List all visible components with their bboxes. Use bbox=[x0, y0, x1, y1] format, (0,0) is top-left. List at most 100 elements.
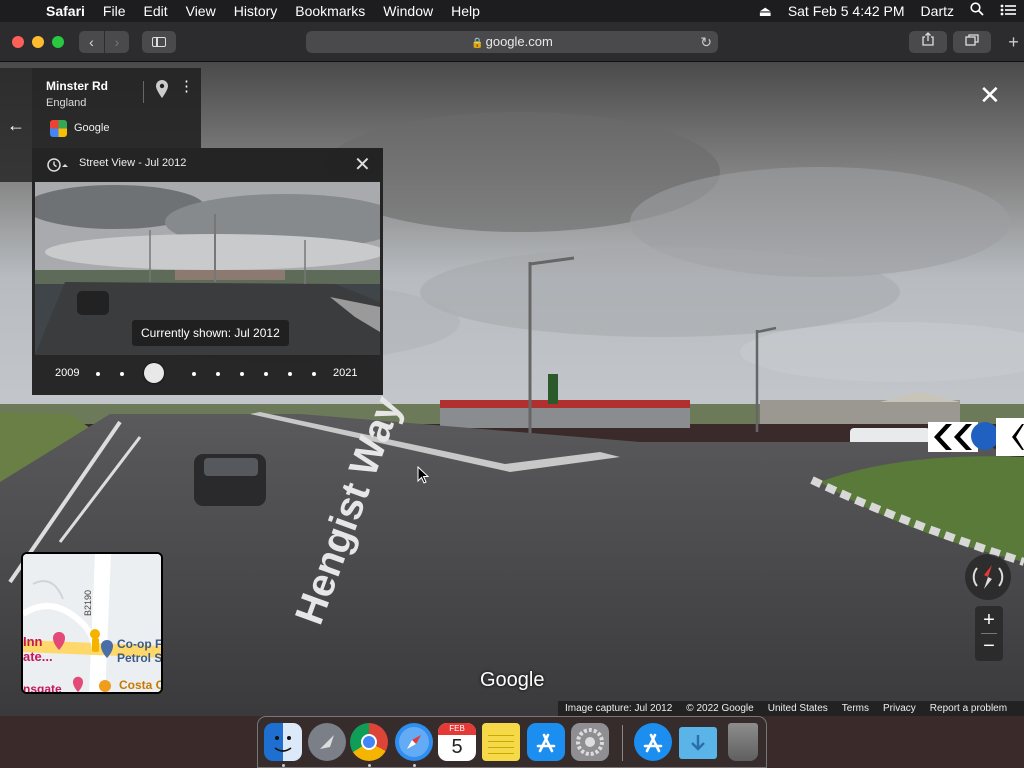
map-label-inn: Inn bbox=[23, 634, 43, 649]
location-title[interactable]: Minster Rd bbox=[46, 79, 108, 93]
menu-window[interactable]: Window bbox=[374, 0, 442, 22]
menu-edit[interactable]: Edit bbox=[134, 0, 176, 22]
running-indicator bbox=[282, 764, 285, 767]
fullscreen-window-button[interactable] bbox=[52, 36, 64, 48]
timeline-year-dot[interactable] bbox=[96, 372, 100, 376]
location-info-card: Minster Rd England ⋮ Google bbox=[32, 68, 201, 148]
map-label-gate: ate... bbox=[23, 649, 53, 664]
zoom-out-button[interactable]: − bbox=[975, 634, 1003, 658]
report-problem-link[interactable]: Report a problem bbox=[923, 703, 1014, 714]
close-window-button[interactable] bbox=[12, 36, 24, 48]
address-text: google.com bbox=[485, 34, 553, 49]
timeline-year-dot[interactable] bbox=[192, 372, 196, 376]
timeline-year-dot[interactable] bbox=[120, 372, 124, 376]
share-button[interactable] bbox=[909, 31, 947, 53]
back-icon[interactable]: ‹ bbox=[79, 31, 104, 53]
downloads-folder-icon[interactable] bbox=[679, 727, 717, 759]
safari-icon[interactable] bbox=[395, 723, 433, 761]
lock-icon: 🔒 bbox=[471, 38, 484, 49]
menu-history[interactable]: History bbox=[225, 0, 287, 22]
chrome-icon[interactable] bbox=[350, 723, 388, 761]
launchpad-icon[interactable] bbox=[308, 723, 346, 761]
reload-icon[interactable]: ↻ bbox=[700, 31, 712, 53]
divider bbox=[143, 81, 144, 103]
minimize-window-button[interactable] bbox=[32, 36, 44, 48]
app-store-icon[interactable] bbox=[527, 723, 565, 761]
app-store-downloads-icon[interactable] bbox=[634, 723, 672, 761]
running-indicator bbox=[368, 764, 371, 767]
timeline-slider-knob[interactable] bbox=[144, 363, 164, 383]
menu-file[interactable]: File bbox=[94, 0, 135, 22]
street-view-panorama[interactable]: Hengist Way ← Minster Rd England ⋮ Googl… bbox=[0, 62, 1024, 716]
new-tab-button[interactable]: + bbox=[1003, 31, 1024, 53]
time-machine-title: Street View - Jul 2012 bbox=[79, 157, 187, 169]
tab-overview-button[interactable] bbox=[953, 31, 991, 53]
timeline-year-dot[interactable] bbox=[264, 372, 268, 376]
forward-icon[interactable]: › bbox=[104, 31, 129, 53]
privacy-link[interactable]: Privacy bbox=[876, 703, 923, 714]
google-watermark: Google bbox=[480, 669, 545, 691]
menu-view[interactable]: View bbox=[177, 0, 225, 22]
location-subtitle: England bbox=[46, 97, 87, 109]
region-link[interactable]: United States bbox=[761, 703, 835, 714]
calendar-icon[interactable]: FEB 5 bbox=[438, 723, 476, 761]
menubar-user[interactable]: Dartz bbox=[913, 0, 962, 22]
map-footer: Image capture: Jul 2012 © 2022 Google Un… bbox=[558, 701, 1024, 716]
timeline-end-year: 2021 bbox=[333, 367, 358, 379]
timeline-year-dot[interactable] bbox=[288, 372, 292, 376]
map-label-nsgate: nsgate bbox=[23, 682, 62, 694]
control-center-icon[interactable] bbox=[992, 0, 1024, 22]
finder-icon[interactable] bbox=[264, 723, 302, 761]
system-preferences-icon[interactable] bbox=[571, 723, 609, 761]
timeline-year-dot[interactable] bbox=[312, 372, 316, 376]
timeline-start-year: 2009 bbox=[55, 367, 80, 379]
mini-map[interactable]: B2190 Inn ate... Co-op F Petrol S Costa … bbox=[21, 552, 163, 694]
menu-bookmarks[interactable]: Bookmarks bbox=[286, 0, 374, 22]
menu-help[interactable]: Help bbox=[442, 0, 489, 22]
back-to-map-button[interactable]: ← bbox=[0, 68, 32, 182]
address-bar[interactable]: 🔒 google.com ↻ bbox=[306, 31, 718, 53]
terms-link[interactable]: Terms bbox=[835, 703, 876, 714]
calendar-day: 5 bbox=[451, 736, 463, 758]
copyright-text: © 2022 Google bbox=[686, 703, 754, 714]
close-time-machine-icon[interactable]: ✕ bbox=[354, 152, 371, 177]
eject-icon[interactable]: ⏏ bbox=[751, 0, 780, 22]
share-icon bbox=[922, 32, 934, 46]
history-clock-icon[interactable] bbox=[46, 157, 68, 176]
map-pin-icon[interactable] bbox=[156, 80, 168, 103]
zoom-in-button[interactable]: + bbox=[975, 608, 1003, 632]
map-label-petrol: Petrol S bbox=[117, 651, 163, 665]
calendar-month: FEB bbox=[438, 723, 476, 735]
zoom-controls: + − bbox=[975, 606, 1003, 661]
map-label-costa: Costa C bbox=[119, 678, 163, 692]
menu-bar: Safari File Edit View History Bookmarks … bbox=[0, 0, 1024, 22]
notes-icon[interactable] bbox=[482, 723, 520, 761]
map-label-coop: Co-op F bbox=[117, 637, 163, 651]
sidebar-icon bbox=[152, 37, 166, 47]
dock: FEB 5 bbox=[257, 716, 767, 768]
menubar-clock[interactable]: Sat Feb 5 4:42 PM bbox=[780, 0, 913, 22]
tabs-icon bbox=[965, 34, 979, 46]
navigation-buttons: ‹ › bbox=[79, 31, 129, 53]
more-options-icon[interactable]: ⋮ bbox=[179, 79, 194, 94]
compass-icon bbox=[972, 565, 1004, 589]
historic-preview-image[interactable]: Currently shown: Jul 2012 bbox=[35, 182, 380, 355]
sidebar-toggle-button[interactable] bbox=[142, 31, 176, 53]
timeline-year-dot[interactable] bbox=[216, 372, 220, 376]
app-menu[interactable]: Safari bbox=[38, 0, 94, 22]
image-capture-date: Image capture: Jul 2012 bbox=[565, 703, 673, 714]
spotlight-search-icon[interactable] bbox=[962, 0, 992, 22]
google-maps-logo-icon bbox=[50, 120, 67, 137]
trash-icon[interactable] bbox=[728, 723, 758, 761]
close-street-view-icon[interactable]: ✕ bbox=[979, 82, 1001, 108]
mini-map-picture bbox=[23, 554, 161, 692]
source-label: Google bbox=[74, 122, 110, 134]
compass-button[interactable] bbox=[965, 554, 1011, 600]
running-indicator bbox=[413, 764, 416, 767]
mouse-pointer-icon bbox=[417, 466, 429, 484]
timeline-year-dot[interactable] bbox=[240, 372, 244, 376]
dock-separator bbox=[622, 725, 623, 761]
timeline-track[interactable] bbox=[96, 372, 316, 376]
browser-toolbar: ‹ › 🔒 google.com ↻ + bbox=[0, 22, 1024, 62]
map-road-label: B2190 bbox=[83, 589, 93, 616]
